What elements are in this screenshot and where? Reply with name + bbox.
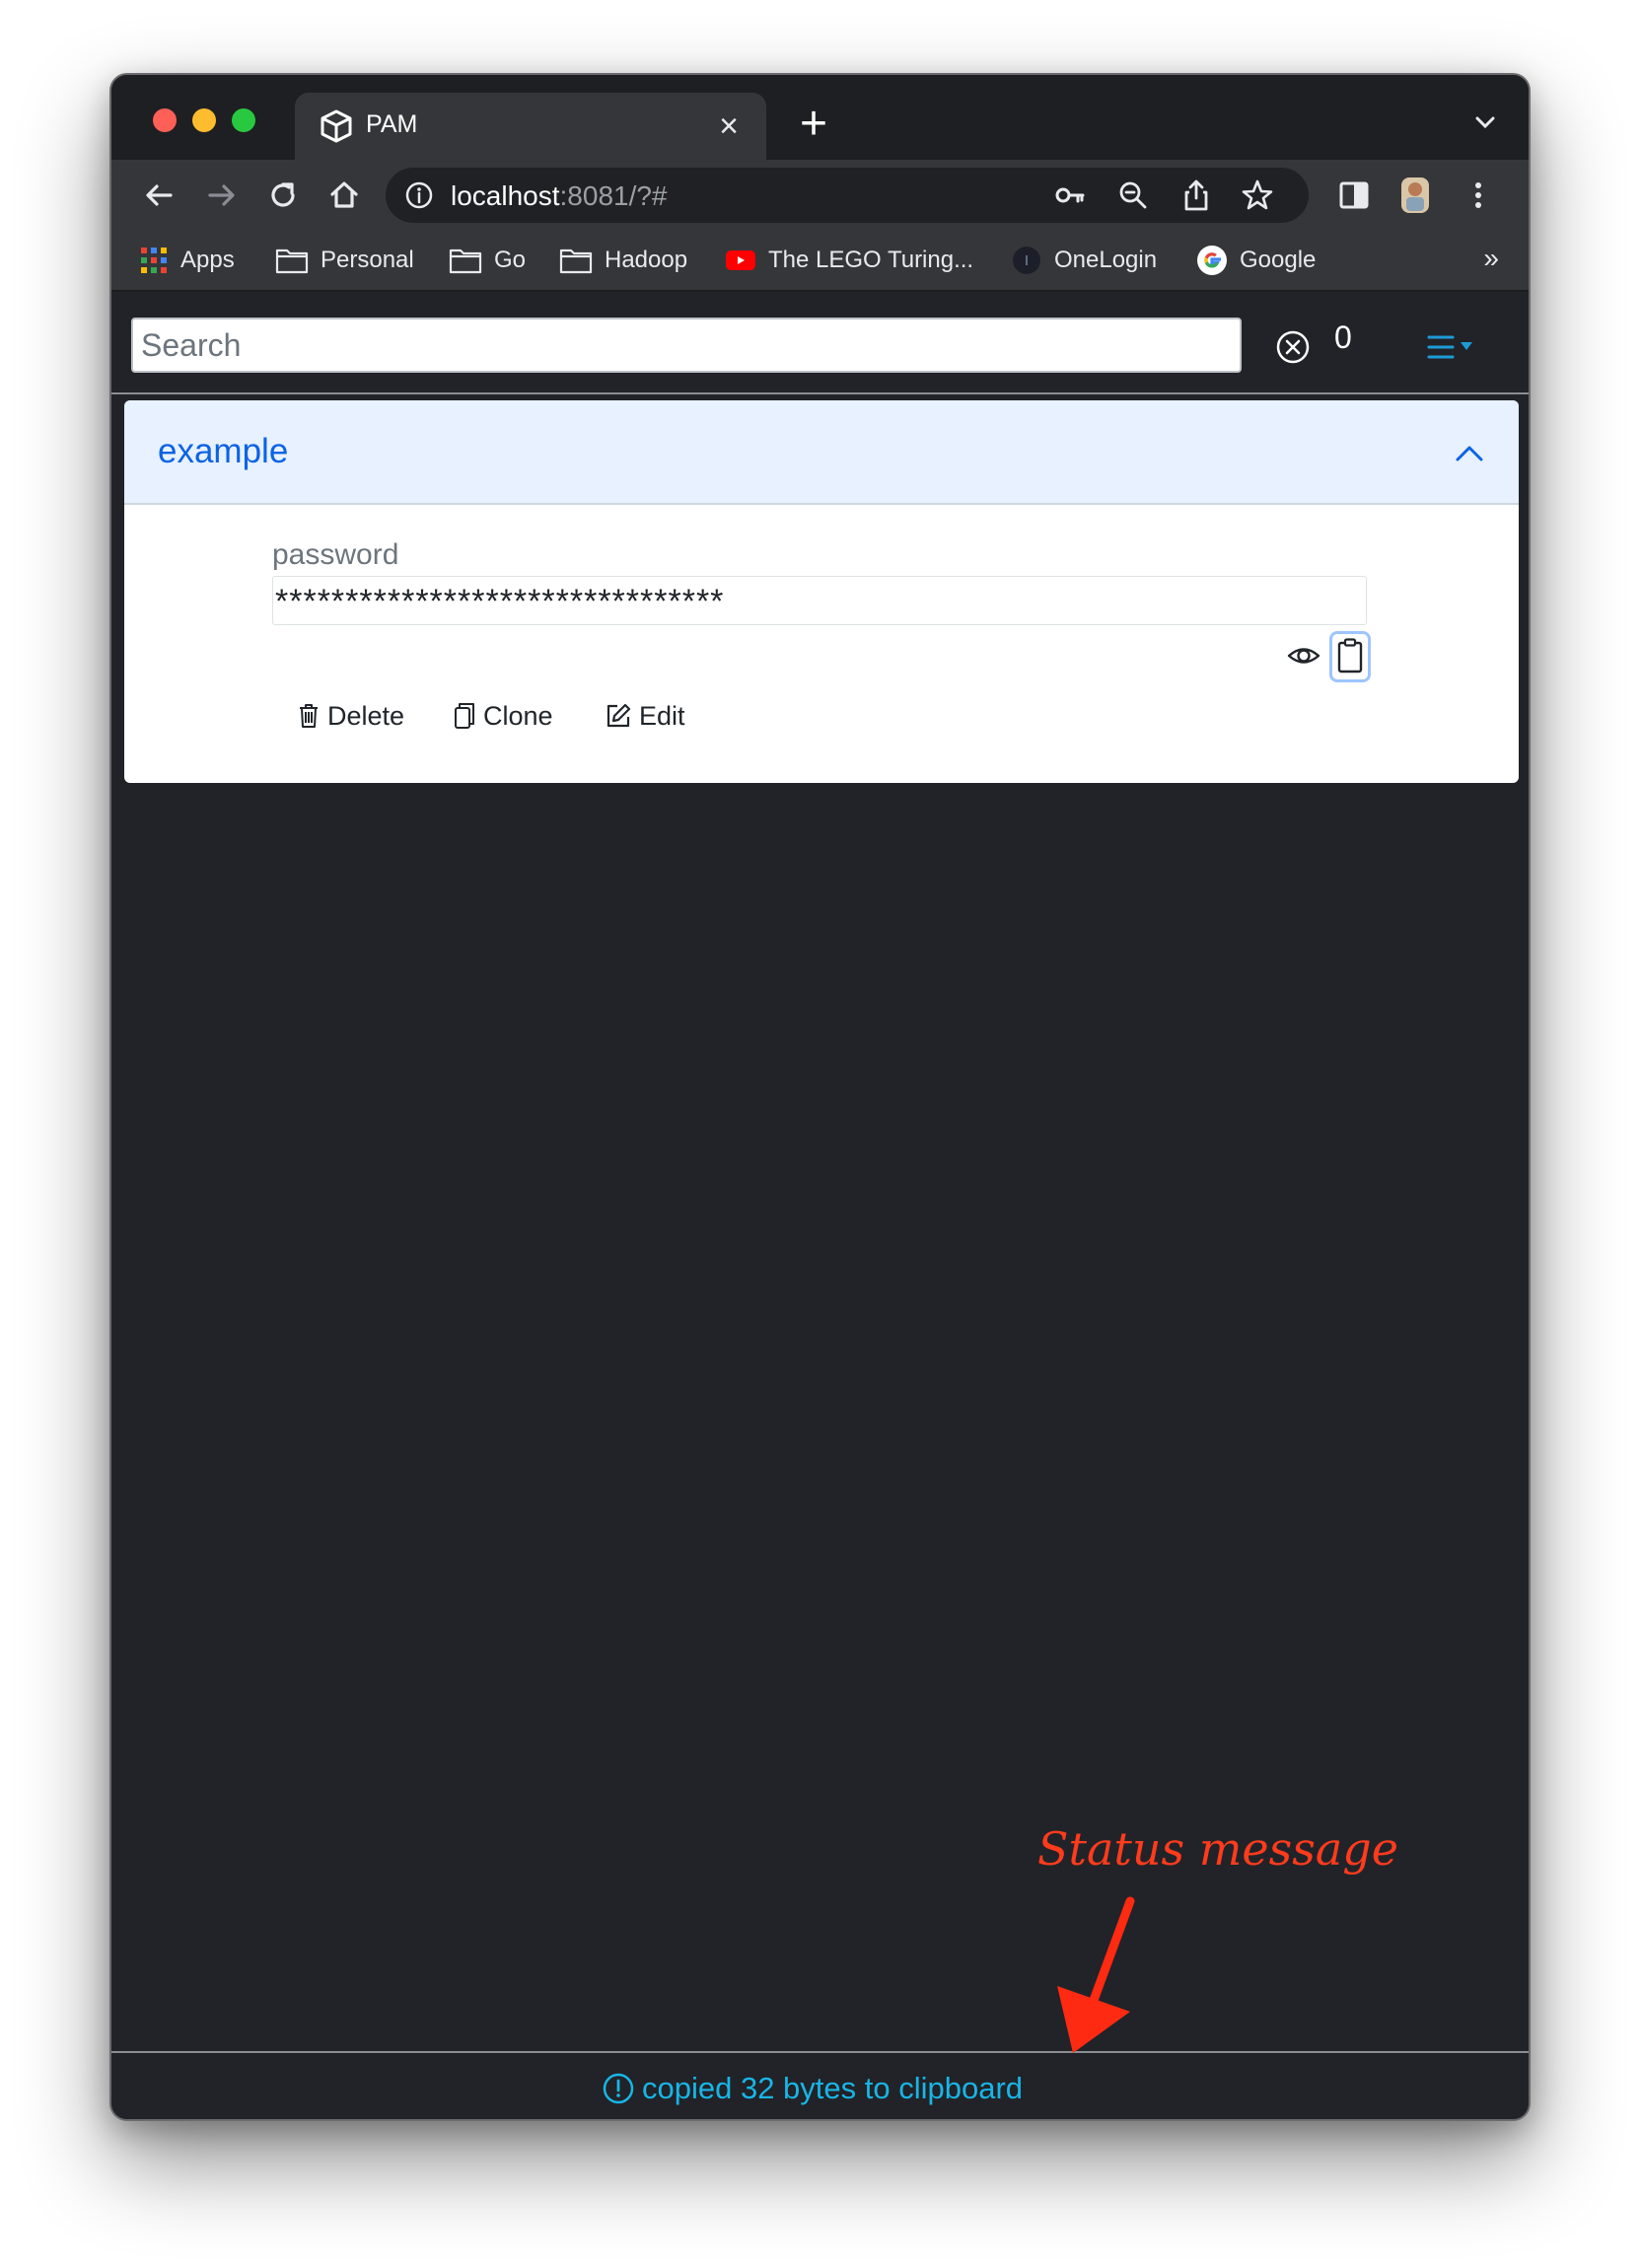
info-icon[interactable] [403,179,435,211]
entry-card: example password ***********************… [124,400,1519,783]
trash-icon [300,704,318,728]
browser-toolbar: localhost:8081/?# [111,160,1529,231]
bookmark-go[interactable]: Go [449,241,526,280]
status-bar: copied 32 bytes to clipboard [111,2051,1529,2119]
profile-avatar[interactable] [1393,174,1437,217]
back-icon[interactable] [137,174,180,217]
apps-grid-icon [141,248,167,273]
address-bar[interactable]: localhost:8081/?# [386,168,1309,223]
share-icon[interactable] [1178,177,1214,213]
bookmark-onelogin[interactable]: OneLogin [1011,241,1157,280]
tab-strip: PAM × + [111,75,1529,160]
side-panel-icon[interactable] [1332,174,1376,217]
youtube-icon [726,250,755,270]
clipboard-icon [1337,638,1363,673]
maximize-window-button[interactable] [232,108,255,132]
edit-button[interactable]: Edit [606,692,685,740]
tab-close-icon[interactable]: × [713,106,745,146]
bookmark-label: The LEGO Turing... [768,247,974,273]
bookmark-label: Personal [321,247,414,273]
password-value: ******************************** [272,576,1367,625]
copy-icon [455,703,474,729]
search-input[interactable] [131,318,1242,373]
exclamation-circle-icon [603,2073,634,2104]
annotation-label: Status message [1037,1822,1398,1876]
pencil-square-icon [606,703,631,728]
entry-header[interactable]: example [124,400,1519,505]
kebab-menu-icon[interactable] [1457,174,1500,217]
reload-icon[interactable] [261,174,305,217]
forward-icon[interactable] [200,174,244,217]
delete-button[interactable]: Delete [298,692,404,740]
cube-icon [321,109,352,143]
star-icon[interactable] [1240,177,1275,213]
result-count: 0 [1334,319,1352,355]
chevron-up-icon[interactable] [1450,436,1489,471]
clear-search-icon[interactable] [1273,327,1313,367]
folder-icon [275,248,309,274]
minimize-window-button[interactable] [192,108,216,132]
clone-button[interactable]: Clone [454,692,553,740]
bookmark-google[interactable]: Google [1196,241,1316,280]
delete-label: Delete [327,700,405,731]
more-bookmarks-icon[interactable]: » [1483,243,1499,274]
bookmark-label: Hadoop [605,247,688,273]
folder-icon [559,248,593,274]
url-host: localhost [451,180,560,211]
bookmark-label: Apps [180,247,235,273]
bookmark-apps[interactable]: Apps [139,241,235,280]
bookmark-label: Go [494,247,527,273]
close-window-button[interactable] [153,108,177,132]
bookmark-label: Google [1240,247,1317,273]
home-icon[interactable] [322,174,366,217]
copy-to-clipboard-button[interactable] [1329,631,1371,682]
onelogin-icon [1013,247,1040,274]
bookmark-lego-turing[interactable]: The LEGO Turing... [725,241,973,280]
menu-dropdown-icon[interactable] [1423,327,1486,367]
google-icon [1197,246,1227,275]
folder-icon [449,248,482,274]
entry-title: example [158,432,289,470]
browser-window: PAM × + localhost:8081/?# Apps Personal … [109,73,1531,2121]
bookmark-label: OneLogin [1054,247,1158,273]
clone-label: Clone [483,700,553,731]
key-icon[interactable] [1052,177,1088,213]
url-path: :8081/?# [559,180,668,211]
eye-icon[interactable] [1286,641,1321,671]
tab-title: PAM [366,110,418,138]
bookmark-hadoop[interactable]: Hadoop [559,241,687,280]
chevron-down-icon[interactable] [1465,103,1505,142]
password-label: password [272,538,399,571]
status-message: copied 32 bytes to clipboard [601,2071,1023,2106]
bookmark-personal[interactable]: Personal [275,241,414,280]
new-tab-button[interactable]: + [792,97,835,152]
tab-pam[interactable]: PAM × [295,93,766,160]
bookmarks-bar: Apps Personal Go Hadoop The LEGO Turing.… [111,231,1529,292]
url-text[interactable]: localhost:8081/?# [451,180,668,212]
zoom-out-icon[interactable] [1115,177,1151,213]
annotation-arrow [1057,1896,1135,2053]
edit-label: Edit [639,700,685,731]
status-text: copied 32 bytes to clipboard [642,2071,1024,2105]
app-navbar: 0 [111,294,1529,394]
